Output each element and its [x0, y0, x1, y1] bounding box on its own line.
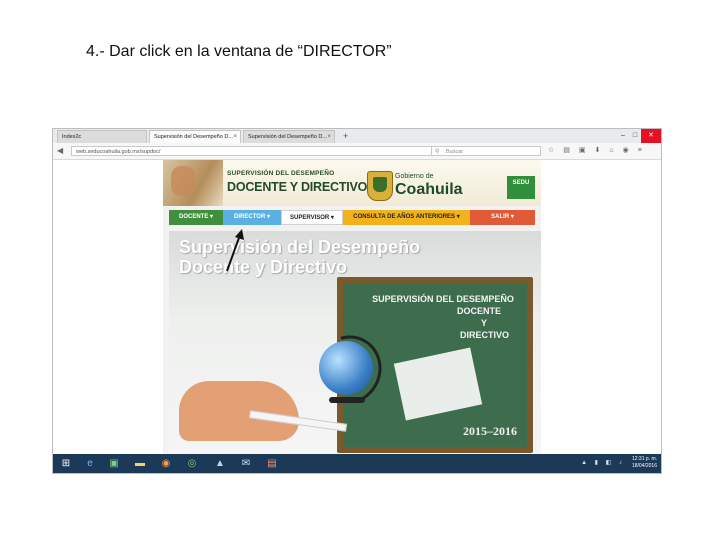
chalkboard-text: SUPERVISIÓN DEL DESEMPEÑO DOCENTE Y DIRE…	[363, 293, 523, 341]
header-title: DOCENTE Y DIRECTIVO	[227, 180, 368, 194]
url-text: web.seducoahuila.gob.mx/supdoc/	[76, 149, 161, 155]
home-icon[interactable]: ⌂	[609, 146, 613, 156]
minimize-icon[interactable]: –	[617, 129, 629, 143]
gov-name: Coahuila	[395, 181, 463, 198]
pocket-icon[interactable]: ◉	[623, 146, 629, 156]
windows-taskbar: ⊞ e ▣ ▬ ◉ ◎ ▲ ✉ ▤ ▲ ▮ ◧ ♪ 12:31 p. m. 18…	[53, 454, 661, 473]
menu-director[interactable]: DIRECTOR ▾	[223, 210, 281, 225]
tab-supervision-active[interactable]: Supervisión del Desempeño D... ×	[149, 130, 241, 143]
globe-base	[329, 397, 365, 403]
header-photo	[163, 160, 223, 206]
annotation-arrow-icon	[226, 229, 244, 272]
hand-photo	[179, 381, 299, 441]
search-icon: ⚲	[435, 149, 440, 155]
powerpoint-icon[interactable]: ▤	[265, 457, 279, 470]
chrome-icon[interactable]: ◎	[185, 457, 199, 470]
star-icon[interactable]: ☆	[548, 146, 554, 156]
navigation-bar: ◀ web.seducoahuila.gob.mx/supdoc/ ↻ ⚲ Bu…	[53, 143, 661, 160]
gov-label: Gobierno de	[395, 173, 434, 180]
close-window-icon[interactable]: ✕	[641, 129, 661, 143]
clock-time: 12:31 p. m.	[631, 456, 657, 462]
windows-start-icon[interactable]: ⊞	[59, 457, 73, 470]
internet-explorer-icon[interactable]: e	[83, 457, 97, 470]
tab-label: Index2c	[62, 134, 82, 140]
board-line-4: DIRECTIVO	[459, 330, 509, 340]
system-tray-icons[interactable]: ▲ ▮ ◧ ♪	[581, 459, 625, 466]
close-tab-icon[interactable]: ×	[233, 131, 237, 143]
board-line-1: SUPERVISIÓN DEL DESEMPEÑO	[372, 294, 514, 304]
menu-icon[interactable]: ≡	[638, 146, 642, 156]
menu-docente[interactable]: DOCENTE ▾	[169, 210, 223, 225]
tab-label: Supervisión del Desempeño D...	[154, 134, 233, 140]
globe-icon	[319, 341, 373, 395]
tab-label: Supervisión del Desempeño D...	[248, 134, 327, 140]
board-year: 2015–2016	[463, 424, 517, 438]
coahuila-crest-icon	[367, 171, 393, 201]
firefox-icon[interactable]: ◉	[159, 457, 173, 470]
download-icon[interactable]: ⬇	[595, 146, 601, 156]
site-header: SUPERVISIÓN DEL DESEMPEÑO DOCENTE Y DIRE…	[163, 160, 541, 206]
sedu-logo: SEDU	[507, 176, 535, 199]
toolbar-icons: ☆ ▤ ▣ ⬇ ⌂ ◉ ≡	[548, 146, 642, 156]
board-line-3: Y	[480, 318, 487, 328]
clock-date: 18/04/2016	[631, 463, 657, 469]
menu-supervisor[interactable]: SUPERVISOR ▾	[281, 210, 343, 225]
tab-index2c[interactable]: Index2c	[57, 130, 147, 143]
back-icon[interactable]: ◀	[57, 145, 63, 157]
website-viewport: SUPERVISIÓN DEL DESEMPEÑO DOCENTE Y DIRE…	[163, 160, 541, 454]
header-subtitle: SUPERVISIÓN DEL DESEMPEÑO	[227, 170, 335, 177]
maximize-icon[interactable]: □	[629, 129, 641, 143]
search-input[interactable]: ⚲ Buscar	[431, 146, 541, 156]
menu-consulta[interactable]: CONSULTA DE AÑOS ANTERIORES ▾	[343, 210, 470, 225]
store-icon[interactable]: ▣	[107, 457, 121, 470]
instruction-caption: 4.- Dar click en la ventana de “DIRECTOR…	[86, 43, 392, 60]
clock[interactable]: 12:31 p. m. 18/04/2016	[632, 456, 657, 470]
tab-bar: Index2c Supervisión del Desempeño D... ×…	[53, 129, 661, 144]
lock-icon[interactable]: ▣	[579, 146, 586, 156]
address-bar[interactable]: web.seducoahuila.gob.mx/supdoc/ ↻	[71, 146, 471, 156]
tab-supervision-2[interactable]: Supervisión del Desempeño D... ×	[243, 130, 335, 143]
menu-salir[interactable]: SALIR ▾	[470, 210, 535, 225]
file-explorer-icon[interactable]: ▬	[133, 457, 147, 470]
app-icon[interactable]: ▲	[213, 457, 227, 470]
sedu-label: SEDU	[512, 180, 530, 186]
paper-drawing	[393, 347, 483, 421]
mail-icon[interactable]: ✉	[239, 457, 253, 470]
search-placeholder: Buscar	[446, 149, 464, 155]
window-controls: – □ ✕	[617, 129, 661, 143]
board-line-2: DOCENTE	[456, 306, 501, 316]
close-tab-icon[interactable]: ×	[327, 131, 331, 143]
reading-list-icon[interactable]: ▤	[563, 146, 570, 156]
browser-screenshot: Index2c Supervisión del Desempeño D... ×…	[52, 128, 662, 474]
new-tab-button[interactable]: +	[343, 129, 348, 143]
main-menu: DOCENTE ▾ DIRECTOR ▾ SUPERVISOR ▾ CONSUL…	[169, 210, 535, 225]
